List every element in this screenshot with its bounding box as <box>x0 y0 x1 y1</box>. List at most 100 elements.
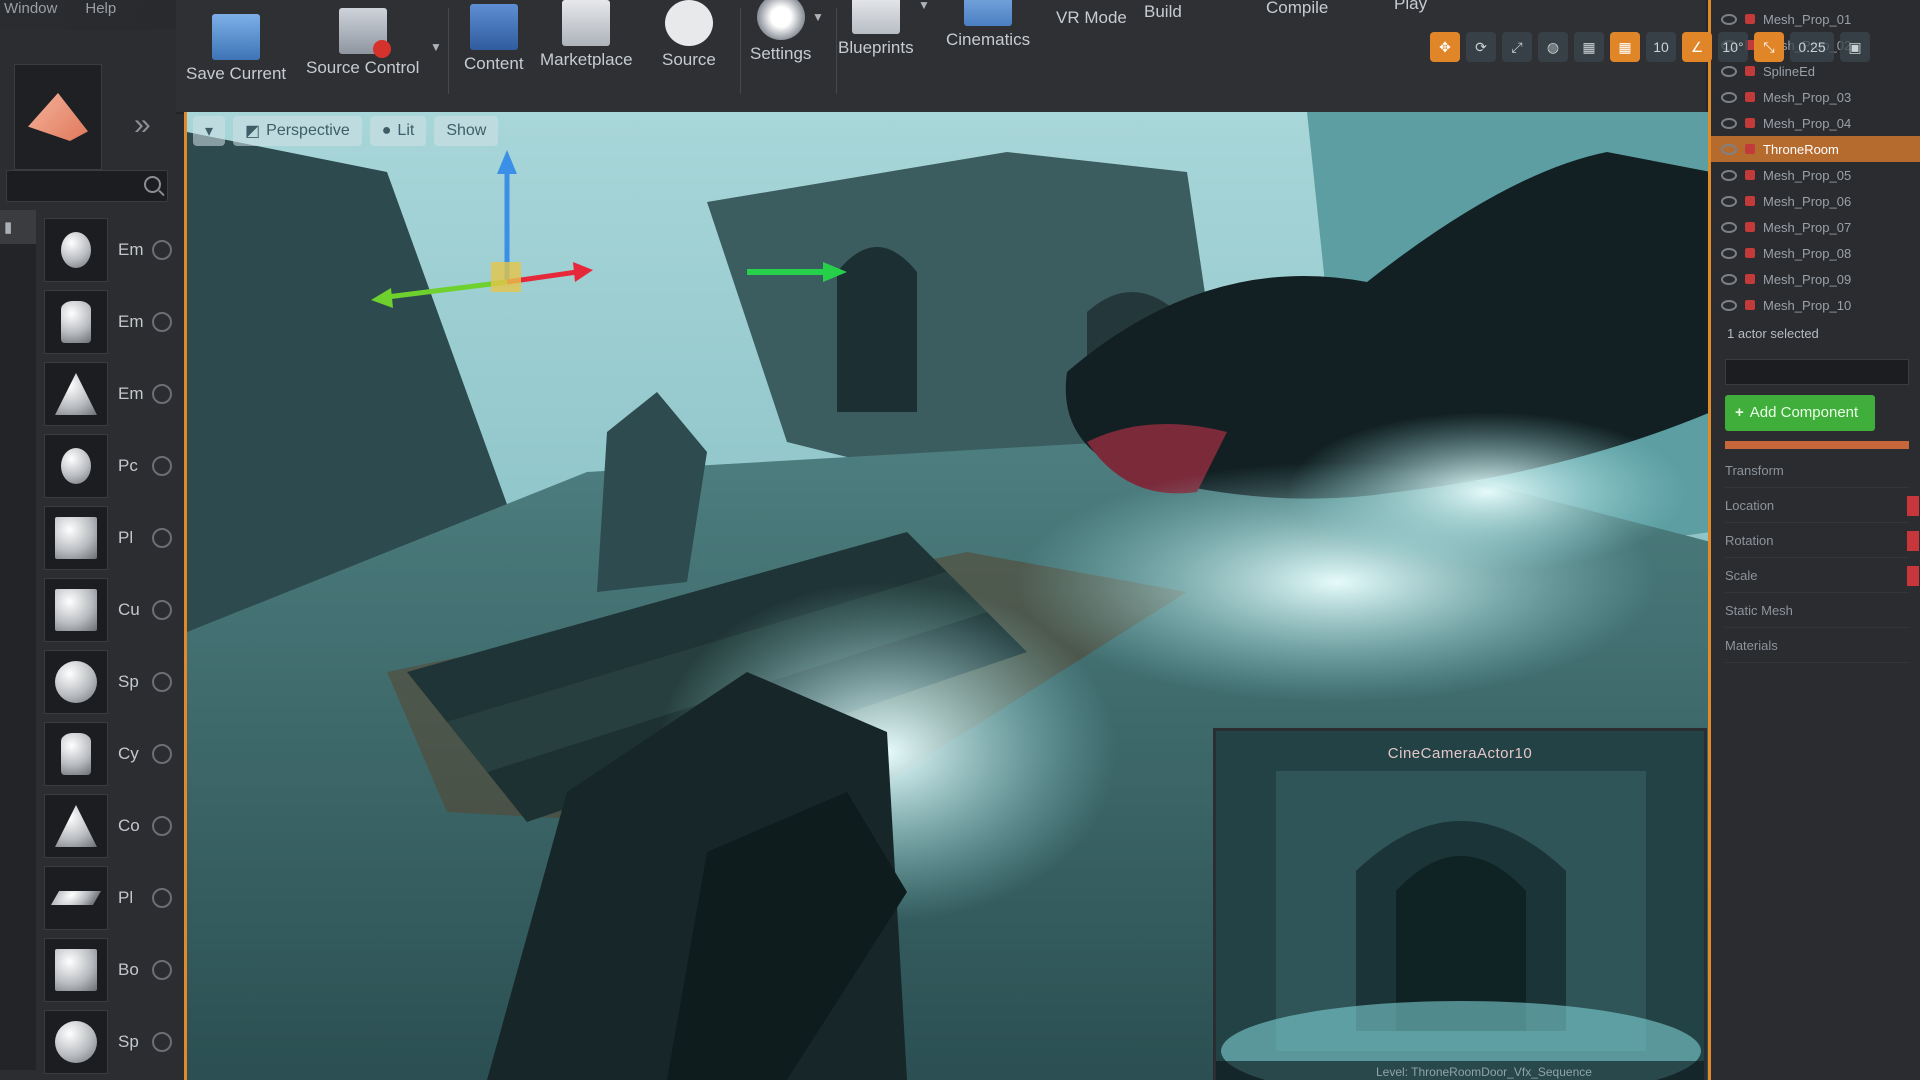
outliner-row[interactable]: Mesh_Prop_06 <box>1711 188 1920 214</box>
chevron-down-icon[interactable]: ▼ <box>918 0 930 12</box>
search-input[interactable] <box>6 170 168 202</box>
scale-icon[interactable]: ⤢ <box>1502 32 1532 62</box>
info-icon[interactable] <box>152 744 172 764</box>
toolbar-divider <box>740 8 741 94</box>
world-local-icon[interactable]: ◍ <box>1538 32 1568 62</box>
viewport-menu-button[interactable]: ▾ <box>193 116 226 146</box>
shape-label: Sp <box>118 672 139 691</box>
details-highlight-bar <box>1725 441 1909 449</box>
details-search-input[interactable] <box>1725 359 1909 385</box>
grid-size-value[interactable]: 10 <box>1646 32 1676 62</box>
eye-icon[interactable] <box>1721 195 1737 207</box>
outliner-row[interactable]: Mesh_Prop_10 <box>1711 292 1920 318</box>
axis-swatch <box>1907 531 1919 551</box>
add-component-button[interactable]: Add Component <box>1725 395 1875 431</box>
chevron-down-icon[interactable]: ▼ <box>812 10 824 24</box>
category-basic[interactable]: ▮ <box>0 210 36 244</box>
eye-icon[interactable] <box>1721 143 1737 155</box>
content-button[interactable]: Content <box>464 4 524 74</box>
lit-button[interactable]: ● Lit <box>369 116 427 146</box>
place-mode-tab[interactable] <box>14 64 102 170</box>
details-row[interactable]: Transform <box>1725 455 1909 488</box>
vr-mode-button[interactable]: VR Mode <box>1056 8 1127 28</box>
grid-snap-toggle[interactable]: ▦ <box>1610 32 1640 62</box>
translate-icon[interactable]: ✥ <box>1430 32 1460 62</box>
details-row[interactable]: Materials <box>1725 630 1909 663</box>
toolbar-divider <box>836 8 837 94</box>
outliner-row[interactable]: Mesh_Prop_09 <box>1711 266 1920 292</box>
outliner-row[interactable]: Mesh_Prop_04 <box>1711 110 1920 136</box>
info-icon[interactable] <box>152 456 172 476</box>
info-icon[interactable] <box>152 816 172 836</box>
viewport-toolbar: ✥ ⟳ ⤢ ◍ ▦ ▦ 10 ∠ 10° ⤡ 0.25 ▣ <box>1430 32 1870 70</box>
details-row[interactable]: Rotation <box>1725 525 1919 558</box>
save-button[interactable]: Save Current <box>186 14 286 84</box>
details-list: Transform Location Rotation Scale Static Mes… <box>1711 455 1920 663</box>
scale-snap-toggle[interactable]: ⤡ <box>1754 32 1784 62</box>
eye-icon[interactable] <box>1721 91 1737 103</box>
angle-snap-toggle[interactable]: ∠ <box>1682 32 1712 62</box>
save-label: Save Current <box>186 64 287 83</box>
outliner-row[interactable]: ThroneRoom <box>1711 136 1920 162</box>
source-control-button[interactable]: Source Control <box>306 8 419 78</box>
shape-label: Em <box>118 240 144 259</box>
eye-icon[interactable] <box>1721 273 1737 285</box>
build-button[interactable]: Build <box>1144 2 1182 22</box>
info-icon[interactable] <box>152 672 172 692</box>
perspective-button[interactable]: ◩ Perspective <box>233 116 362 146</box>
outliner-row[interactable]: Mesh_Prop_07 <box>1711 214 1920 240</box>
show-button[interactable]: Show <box>434 116 499 146</box>
menu-help[interactable]: Help <box>85 0 116 26</box>
info-icon[interactable] <box>152 1032 172 1052</box>
eye-icon[interactable] <box>1721 117 1737 129</box>
compile-button[interactable]: Compile <box>1266 0 1328 18</box>
surface-snap-icon[interactable]: ▦ <box>1574 32 1604 62</box>
marketplace-button[interactable]: Marketplace <box>540 0 633 70</box>
outliner-row[interactable]: Mesh_Prop_05 <box>1711 162 1920 188</box>
menu-window[interactable]: Window <box>4 0 57 26</box>
chevron-right-icon[interactable]: » <box>134 108 151 142</box>
cyl-icon <box>61 733 91 775</box>
info-icon[interactable] <box>152 384 172 404</box>
outliner-row[interactable]: Mesh_Prop_03 <box>1711 84 1920 110</box>
details-row[interactable]: Static Mesh <box>1725 595 1909 628</box>
outliner-row-label: Mesh_Prop_01 <box>1763 11 1852 27</box>
level-viewport[interactable]: ▾ ◩ Perspective ● Lit Show CineCameraAct… <box>184 112 1711 1080</box>
camera-preview[interactable]: CineCameraActor10 Level: ThroneRoomDoor_… <box>1213 728 1707 1080</box>
gear-icon <box>756 0 805 40</box>
source-button[interactable]: Source <box>662 0 716 70</box>
settings-button[interactable]: Settings <box>750 0 811 64</box>
chevron-down-icon[interactable]: ▼ <box>430 40 442 54</box>
blueprints-button[interactable]: Blueprints <box>838 0 914 58</box>
info-icon[interactable] <box>152 312 172 332</box>
play-button[interactable]: Play <box>1394 0 1427 14</box>
rotate-icon[interactable]: ⟳ <box>1466 32 1496 62</box>
angle-size-value[interactable]: 10° <box>1718 32 1748 62</box>
source-control-label: Source Control <box>306 58 420 77</box>
eye-icon[interactable] <box>1721 299 1737 311</box>
outliner-row[interactable]: Mesh_Prop_08 <box>1711 240 1920 266</box>
cube-icon <box>55 589 97 631</box>
outliner-row[interactable]: Mesh_Prop_01 <box>1711 6 1920 32</box>
build-label: Build <box>1144 2 1182 21</box>
eye-icon[interactable] <box>1721 221 1737 233</box>
outliner-row-label: Mesh_Prop_09 <box>1763 271 1852 287</box>
category-lights[interactable] <box>0 244 36 277</box>
info-icon[interactable] <box>152 888 172 908</box>
eye-icon[interactable] <box>1721 13 1737 25</box>
eye-icon[interactable] <box>1721 169 1737 181</box>
camera-speed-icon[interactable]: ▣ <box>1840 32 1870 62</box>
scale-snap-value[interactable]: 0.25 <box>1790 32 1834 62</box>
details-row[interactable]: Location <box>1725 490 1919 523</box>
shape-thumbnail <box>44 1010 108 1074</box>
info-icon[interactable] <box>152 600 172 620</box>
cinematics-button[interactable]: Cinematics <box>946 0 1030 50</box>
actor-icon <box>1745 92 1755 102</box>
category-cinematic[interactable] <box>0 277 36 310</box>
info-icon[interactable] <box>152 240 172 260</box>
details-row[interactable]: Scale <box>1725 560 1919 593</box>
info-icon[interactable] <box>152 528 172 548</box>
info-icon[interactable] <box>152 960 172 980</box>
eye-icon[interactable] <box>1721 247 1737 259</box>
cone-icon <box>55 373 97 415</box>
